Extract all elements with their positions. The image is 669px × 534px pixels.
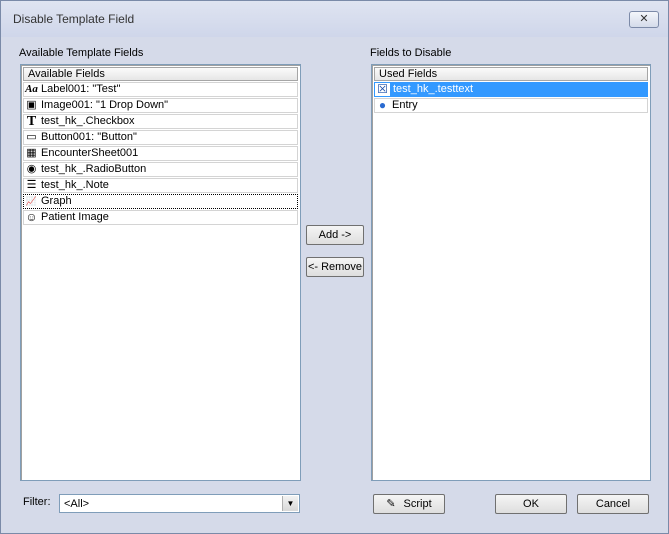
list-item[interactable]: ▣ Image001: "1 Drop Down" [23, 98, 298, 113]
remove-button[interactable]: <- Remove [306, 257, 364, 277]
graph-icon: 📈 [25, 196, 38, 206]
list-item[interactable]: ◉ test_hk_.RadioButton [23, 162, 298, 177]
list-item[interactable]: 📈 Graph [23, 194, 298, 209]
label-text-icon: Aa [25, 83, 38, 95]
dialog-window: Disable Template Field ✕ Available Templ… [0, 0, 669, 534]
script-button[interactable]: ✎ Script [373, 494, 445, 514]
filter-dropdown[interactable]: <All> ▼ [59, 494, 300, 513]
close-icon: ✕ [639, 13, 649, 25]
window-title: Disable Template Field [13, 12, 135, 26]
list-item-label: Image001: "1 Drop Down" [41, 99, 169, 111]
patient-image-icon: ☺ [25, 210, 38, 224]
used-fields-list[interactable]: Used Fields ☒ test_hk_.testtext ● Entry [371, 64, 651, 481]
script-button-label: Script [403, 498, 432, 510]
table-grid-icon: ▦ [26, 147, 37, 159]
available-fields-list[interactable]: Available Fields Aa Label001: "Test" ▣ I… [20, 64, 301, 481]
cancel-button[interactable]: Cancel [577, 494, 649, 514]
ok-button[interactable]: OK [495, 494, 567, 514]
image-icon: ▣ [26, 99, 37, 111]
list-item-label: Graph [41, 195, 72, 207]
script-icon: ✎ [386, 498, 396, 510]
title-bar: Disable Template Field ✕ [1, 1, 668, 37]
list-item-label: test_hk_.Checkbox [41, 115, 135, 127]
used-fields-header[interactable]: Used Fields [374, 67, 648, 81]
list-item[interactable]: ▦ EncounterSheet001 [23, 146, 298, 161]
list-item-label: Patient Image [41, 211, 109, 223]
list-item[interactable]: ▭ Button001: "Button" [23, 130, 298, 145]
list-item[interactable]: Aa Label001: "Test" [23, 82, 298, 97]
disabled-field-icon: ☒ [375, 83, 390, 96]
text-field-icon: T [26, 114, 37, 129]
list-item[interactable]: T test_hk_.Checkbox [23, 114, 298, 129]
add-button[interactable]: Add -> [306, 225, 364, 245]
list-item-label: test_hk_.testtext [391, 83, 476, 96]
list-item[interactable]: ☒ test_hk_.testtext [374, 82, 648, 97]
chevron-down-icon[interactable]: ▼ [282, 496, 298, 511]
list-item[interactable]: ● Entry [374, 98, 648, 113]
list-item[interactable]: ☰ test_hk_.Note [23, 178, 298, 193]
close-button[interactable]: ✕ [629, 11, 659, 28]
list-item[interactable]: ☺ Patient Image [23, 210, 298, 225]
available-fields-label: Available Template Fields [19, 47, 144, 59]
list-item-label: test_hk_.Note [41, 179, 109, 191]
radio-button-icon: ◉ [26, 163, 37, 175]
list-item-label: test_hk_.RadioButton [41, 163, 147, 175]
list-item-label: EncounterSheet001 [41, 147, 139, 159]
button-icon: ▭ [26, 131, 37, 143]
filter-value: <All> [64, 498, 90, 510]
available-fields-header[interactable]: Available Fields [23, 67, 298, 81]
list-item-label: Label001: "Test" [41, 83, 121, 95]
fields-to-disable-label: Fields to Disable [370, 47, 452, 59]
note-icon: ☰ [26, 179, 37, 191]
filter-label: Filter: [23, 496, 51, 508]
globe-icon: ● [378, 98, 387, 112]
list-item-label: Button001: "Button" [41, 131, 137, 143]
list-item-label: Entry [392, 99, 418, 111]
